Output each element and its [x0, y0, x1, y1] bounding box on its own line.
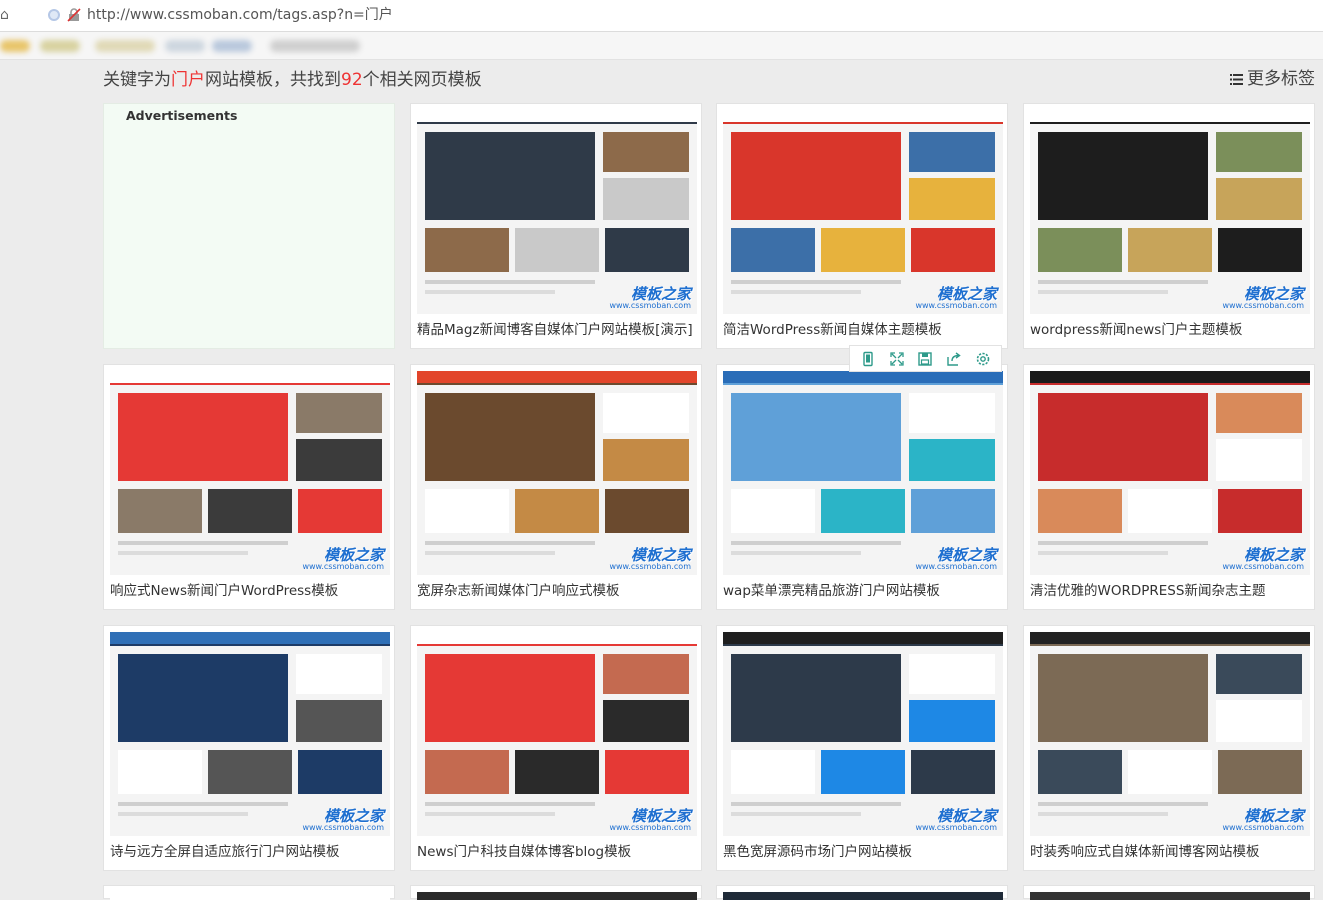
watermark: 模板之家 www.cssmoban.com — [609, 546, 691, 571]
template-card[interactable]: 模板之家 www.cssmoban.com 精品Magz新闻博客自媒体门户网站模板[… — [410, 103, 702, 349]
template-card[interactable]: 模板之家 www.cssmoban.com 宽屏杂志新闻媒体门户响应式模板 — [410, 364, 702, 610]
bookmark-item[interactable] — [212, 40, 252, 52]
bookmark-item[interactable] — [95, 40, 155, 52]
page-title: 关键字为门户网站模板，共找到92个相关网页模板 — [103, 68, 482, 92]
bookmark-item[interactable] — [270, 40, 360, 52]
watermark: 模板之家 www.cssmoban.com — [915, 807, 997, 832]
site-info-icon[interactable] — [48, 9, 60, 21]
list-icon — [1230, 73, 1243, 85]
template-card[interactable]: 模板之家 www.cssmoban.com 诗与远方全屏自适应旅行门户网站模板 — [103, 625, 395, 871]
template-thumbnail[interactable]: 模板之家 www.cssmoban.com — [723, 632, 1003, 836]
watermark: 模板之家 www.cssmoban.com — [1222, 807, 1304, 832]
ad-slot[interactable]: Advertisements — [103, 103, 395, 349]
template-thumbnail[interactable]: 模板之家 www.cssmoban.com — [417, 110, 697, 314]
template-card[interactable]: 模板之家 www.cssmoban.com 简洁WordPress新闻自媒体主题模板 — [716, 103, 1008, 349]
address-bar: ⌂ http://www.cssmoban.com/tags.asp?n=门户 — [0, 0, 1323, 32]
watermark: 模板之家 www.cssmoban.com — [915, 285, 997, 310]
mobile-icon[interactable] — [860, 351, 876, 367]
bookmark-item[interactable] — [40, 40, 80, 52]
watermark: 模板之家 www.cssmoban.com — [609, 285, 691, 310]
template-thumbnail[interactable]: 模板之家 www.cssmoban.com — [417, 371, 697, 575]
template-title[interactable]: wap菜单漂亮精品旅游门户网站模板 — [723, 581, 940, 601]
more-tags-label: 更多标签 — [1247, 69, 1315, 89]
template-thumbnail[interactable]: 模板之家 www.cssmoban.com — [417, 632, 697, 836]
template-card[interactable]: 模板之家 www.cssmoban.com 黑色宽屏源码市场门户网站模板 — [716, 625, 1008, 871]
heading-suffix: 个相关网页模板 — [362, 70, 482, 90]
template-title[interactable]: 响应式News新闻门户WordPress模板 — [110, 581, 338, 601]
template-card[interactable]: 模板之家 www.cssmoban.com wordpress新闻news门户主题模… — [1023, 103, 1315, 349]
template-card[interactable]: 模板之家 www.cssmoban.com 时装秀响应式自媒体新闻博客网站模板 — [1023, 625, 1315, 871]
template-thumbnail[interactable]: 模板之家 www.cssmoban.com — [723, 371, 1003, 575]
template-title[interactable]: 宽屏杂志新闻媒体门户响应式模板 — [417, 581, 620, 601]
fullscreen-icon[interactable] — [889, 351, 905, 367]
template-card[interactable]: 模板之家 www.cssmoban.com wap菜单漂亮精品旅游门户网站模板 — [716, 364, 1008, 610]
template-title[interactable]: 清洁优雅的WORDPRESS新闻杂志主题 — [1030, 581, 1265, 601]
template-thumbnail[interactable]: 模板之家 www.cssmoban.com — [1030, 632, 1310, 836]
template-title[interactable]: 精品Magz新闻博客自媒体门户网站模板[演示] — [417, 320, 693, 340]
keyword[interactable]: 门户 — [171, 70, 205, 90]
url-field[interactable]: http://www.cssmoban.com/tags.asp?n=门户 — [87, 6, 393, 24]
template-title[interactable]: 时装秀响应式自媒体新闻博客网站模板 — [1030, 842, 1260, 862]
template-card[interactable]: 模板之家 www.cssmoban.com News门户科技自媒体博客blog模板 — [410, 625, 702, 871]
heading-prefix: 关键字为 — [103, 70, 171, 90]
bookmark-item[interactable] — [0, 40, 30, 52]
save-icon[interactable] — [917, 351, 933, 367]
bookmark-item[interactable] — [165, 40, 205, 52]
home-icon[interactable]: ⌂ — [0, 7, 10, 23]
watermark: 模板之家 www.cssmoban.com — [1222, 546, 1304, 571]
template-title[interactable]: News门户科技自媒体博客blog模板 — [417, 842, 631, 862]
share-icon[interactable] — [946, 351, 962, 367]
template-thumbnail[interactable]: 模板之家 www.cssmoban.com — [1030, 110, 1310, 314]
template-card[interactable]: 模板之家 www.cssmoban.com 响应式News新闻门户WordPress… — [103, 364, 395, 610]
ad-label: Advertisements — [126, 108, 238, 123]
template-title[interactable]: 黑色宽屏源码市场门户网站模板 — [723, 842, 912, 862]
template-title[interactable]: 简洁WordPress新闻自媒体主题模板 — [723, 320, 942, 340]
watermark: 模板之家 www.cssmoban.com — [1222, 285, 1304, 310]
watermark: 模板之家 www.cssmoban.com — [302, 807, 384, 832]
template-title[interactable]: 诗与远方全屏自适应旅行门户网站模板 — [110, 842, 340, 862]
watermark: 模板之家 www.cssmoban.com — [609, 807, 691, 832]
more-tags-link[interactable]: 更多标签 — [1230, 68, 1315, 90]
watermark: 模板之家 www.cssmoban.com — [302, 546, 384, 571]
template-thumbnail[interactable]: 模板之家 www.cssmoban.com — [723, 110, 1003, 314]
template-thumbnail[interactable]: 模板之家 www.cssmoban.com — [1030, 371, 1310, 575]
template-thumbnail[interactable]: 模板之家 www.cssmoban.com — [110, 632, 390, 836]
template-card[interactable]: 模板之家 www.cssmoban.com 清洁优雅的WORDPRESS新闻杂志主题 — [1023, 364, 1315, 610]
template-thumbnail[interactable]: 模板之家 www.cssmoban.com — [110, 371, 390, 575]
watermark: 模板之家 www.cssmoban.com — [915, 546, 997, 571]
template-title[interactable]: wordpress新闻news门户主题模板 — [1030, 320, 1242, 340]
settings-icon[interactable] — [975, 351, 991, 367]
card-hover-toolbar — [849, 345, 1002, 372]
heading-middle: 网站模板，共找到 — [205, 70, 341, 90]
result-count: 92 — [341, 70, 363, 90]
insecure-icon[interactable] — [67, 8, 81, 22]
bookmarks-bar — [0, 32, 1323, 60]
